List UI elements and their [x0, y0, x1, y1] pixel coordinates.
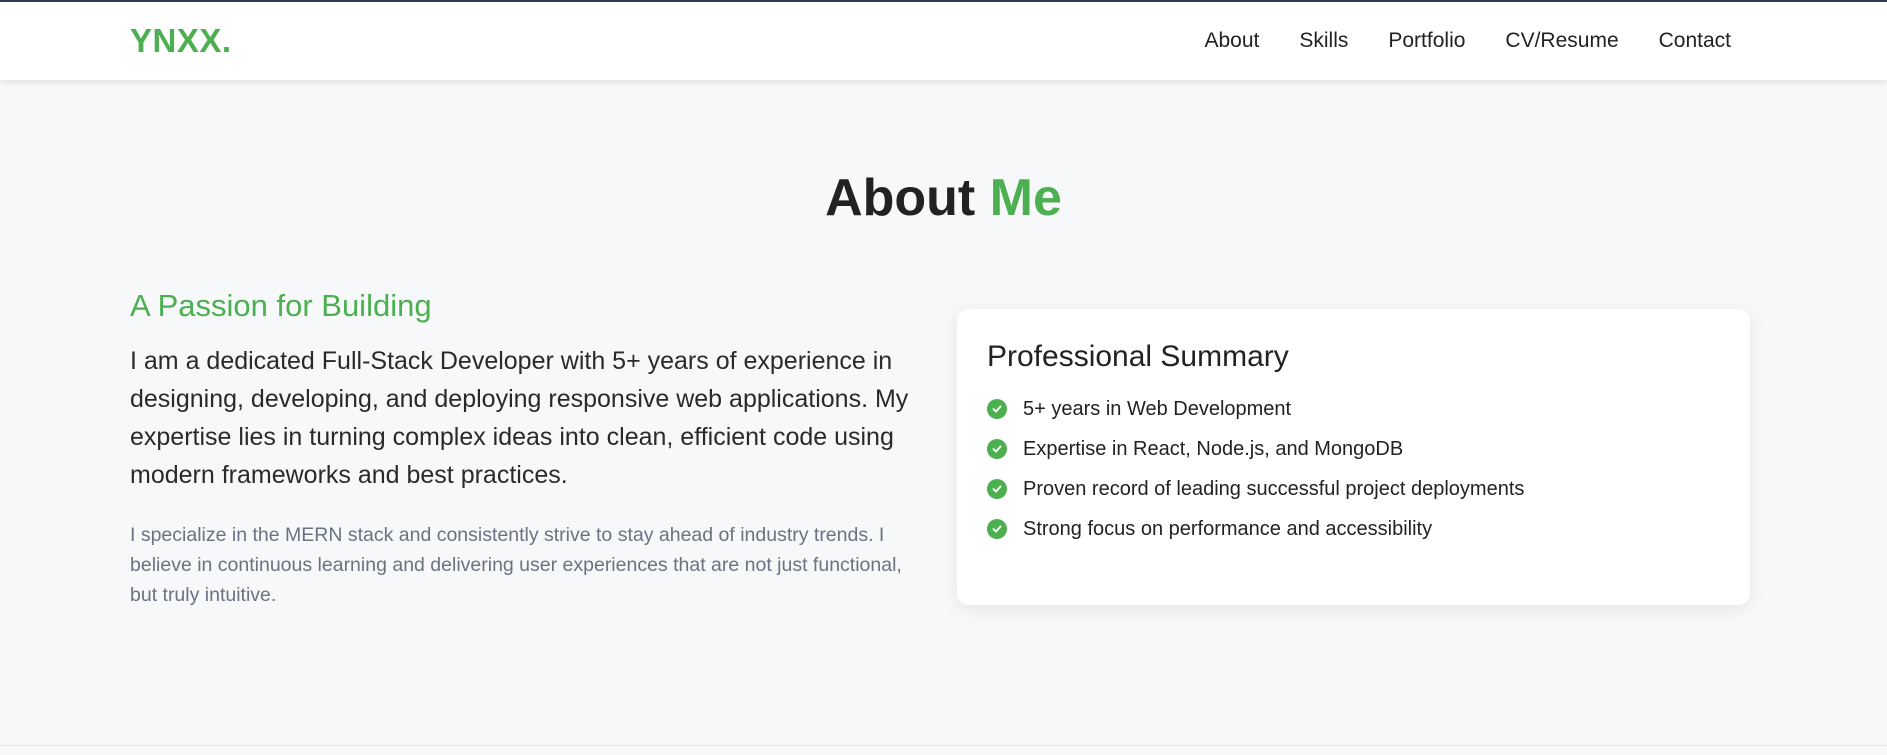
summary-item-text: Proven record of leading successful proj…	[1023, 477, 1525, 500]
check-circle-icon	[987, 399, 1007, 419]
section-title-accent: Me	[989, 169, 1062, 227]
navbar: YNXX. About Skills Portfolio CV/Resume C…	[0, 0, 1887, 80]
summary-list: 5+ years in Web Development Expertise in…	[987, 389, 1720, 549]
professional-summary-card: Professional Summary 5+ years in Web Dev…	[957, 309, 1750, 605]
check-circle-icon	[987, 479, 1007, 499]
summary-item: Expertise in React, Node.js, and MongoDB	[987, 429, 1720, 469]
summary-item-text: 5+ years in Web Development	[1023, 397, 1292, 420]
summary-item-text: Strong focus on performance and accessib…	[1023, 517, 1433, 540]
site-logo[interactable]: YNXX.	[130, 22, 232, 60]
summary-item: 5+ years in Web Development	[987, 389, 1720, 429]
passion-heading: A Passion for Building	[130, 288, 432, 323]
nav-link-cv-resume[interactable]: CV/Resume	[1505, 29, 1618, 53]
about-text-column: A Passion for Building I am a dedicated …	[130, 286, 930, 610]
nav-link-skills[interactable]: Skills	[1299, 29, 1348, 53]
summary-title: Professional Summary	[987, 340, 1289, 373]
detail-paragraph: I specialize in the MERN stack and consi…	[130, 524, 902, 606]
check-circle-icon	[987, 439, 1007, 459]
section-title: About Me	[0, 168, 1887, 228]
summary-item: Proven record of leading successful proj…	[987, 469, 1720, 509]
section-title-main: About	[825, 169, 990, 227]
nav-menu: About Skills Portfolio CV/Resume Contact	[1204, 29, 1731, 53]
nav-link-about[interactable]: About	[1204, 29, 1259, 53]
summary-item-text: Expertise in React, Node.js, and MongoDB	[1023, 437, 1404, 460]
check-circle-icon	[987, 519, 1007, 539]
section-divider	[0, 745, 1887, 746]
nav-link-portfolio[interactable]: Portfolio	[1388, 29, 1465, 53]
summary-item: Strong focus on performance and accessib…	[987, 509, 1720, 549]
nav-link-contact[interactable]: Contact	[1659, 29, 1731, 53]
lead-paragraph: I am a dedicated Full-Stack Developer wi…	[130, 347, 909, 489]
